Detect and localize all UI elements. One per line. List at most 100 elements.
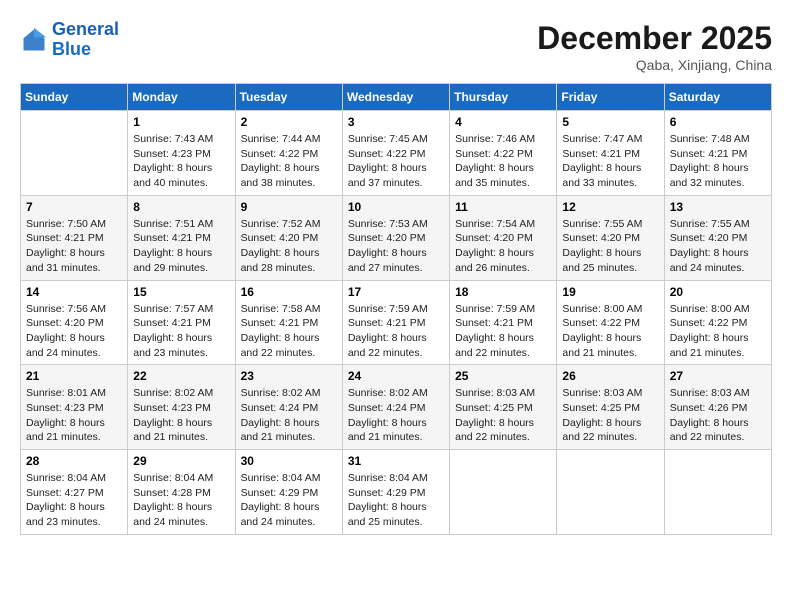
day-number: 23 bbox=[241, 369, 337, 383]
calendar-cell: 2Sunrise: 7:44 AMSunset: 4:22 PMDaylight… bbox=[235, 111, 342, 196]
day-header-tuesday: Tuesday bbox=[235, 84, 342, 111]
calendar-cell: 14Sunrise: 7:56 AMSunset: 4:20 PMDayligh… bbox=[21, 280, 128, 365]
day-number: 6 bbox=[670, 115, 766, 129]
calendar-week-5: 28 Sunrise: 8:04 AMSunset: 4:27 PMDayligh… bbox=[21, 450, 772, 535]
day-info: Sunrise: 7:48 AMSunset: 4:21 PMDaylight:… bbox=[670, 132, 766, 191]
day-info: Sunrise: 7:54 AMSunset: 4:20 PMDaylight:… bbox=[455, 217, 551, 276]
day-header-sunday: Sunday bbox=[21, 84, 128, 111]
day-info: Sunrise: 7:45 AMSunset: 4:22 PMDaylight:… bbox=[348, 132, 444, 191]
day-number: 28 bbox=[26, 454, 122, 468]
calendar-cell: 17 Sunrise: 7:59 AMSunset: 4:21 PMDayligh… bbox=[342, 280, 449, 365]
calendar-cell: 24 Sunrise: 8:02 AMSunset: 4:24 PMDayligh… bbox=[342, 365, 449, 450]
logo: General Blue bbox=[20, 20, 119, 60]
day-info: Sunrise: 7:55 AMSunset: 4:20 PMDaylight:… bbox=[670, 217, 766, 276]
calendar-cell: 16 Sunrise: 7:58 AMSunset: 4:21 PMDayligh… bbox=[235, 280, 342, 365]
day-number: 27 bbox=[670, 369, 766, 383]
day-number: 5 bbox=[562, 115, 658, 129]
calendar-cell: 29 Sunrise: 8:04 AMSunset: 4:28 PMDayligh… bbox=[128, 450, 235, 535]
day-number: 9 bbox=[241, 200, 337, 214]
month-title: December 2025 bbox=[537, 20, 772, 57]
day-info: Sunrise: 7:59 AMSunset: 4:21 PMDaylight:… bbox=[348, 302, 444, 361]
day-info: Sunrise: 7:43 AMSunset: 4:23 PMDaylight:… bbox=[133, 132, 229, 191]
day-info: Sunrise: 8:03 AMSunset: 4:25 PMDaylight:… bbox=[455, 386, 551, 445]
day-number: 15 bbox=[133, 285, 229, 299]
calendar-cell: 28 Sunrise: 8:04 AMSunset: 4:27 PMDayligh… bbox=[21, 450, 128, 535]
day-header-saturday: Saturday bbox=[664, 84, 771, 111]
day-number: 3 bbox=[348, 115, 444, 129]
calendar-cell bbox=[21, 111, 128, 196]
calendar-cell: 9 Sunrise: 7:52 AMSunset: 4:20 PMDaylight… bbox=[235, 195, 342, 280]
day-info: Sunrise: 7:52 AMSunset: 4:20 PMDaylight:… bbox=[241, 217, 337, 276]
day-number: 18 bbox=[455, 285, 551, 299]
calendar-cell: 23 Sunrise: 8:02 AMSunset: 4:24 PMDayligh… bbox=[235, 365, 342, 450]
calendar-week-2: 7 Sunrise: 7:50 AMSunset: 4:21 PMDaylight… bbox=[21, 195, 772, 280]
day-number: 4 bbox=[455, 115, 551, 129]
calendar-cell: 27 Sunrise: 8:03 AMSunset: 4:26 PMDayligh… bbox=[664, 365, 771, 450]
title-block: December 2025 Qaba, Xinjiang, China bbox=[537, 20, 772, 73]
day-info: Sunrise: 8:01 AMSunset: 4:23 PMDaylight:… bbox=[26, 386, 122, 445]
day-info: Sunrise: 7:50 AMSunset: 4:21 PMDaylight:… bbox=[26, 217, 122, 276]
calendar-cell: 8Sunrise: 7:51 AMSunset: 4:21 PMDaylight… bbox=[128, 195, 235, 280]
day-info: Sunrise: 8:03 AMSunset: 4:26 PMDaylight:… bbox=[670, 386, 766, 445]
day-number: 17 bbox=[348, 285, 444, 299]
day-info: Sunrise: 8:04 AMSunset: 4:29 PMDaylight:… bbox=[241, 471, 337, 530]
calendar-cell: 5 Sunrise: 7:47 AMSunset: 4:21 PMDaylight… bbox=[557, 111, 664, 196]
day-info: Sunrise: 7:46 AMSunset: 4:22 PMDaylight:… bbox=[455, 132, 551, 191]
day-info: Sunrise: 8:04 AMSunset: 4:27 PMDaylight:… bbox=[26, 471, 122, 530]
day-header-thursday: Thursday bbox=[450, 84, 557, 111]
calendar-cell: 21 Sunrise: 8:01 AMSunset: 4:23 PMDayligh… bbox=[21, 365, 128, 450]
day-number: 30 bbox=[241, 454, 337, 468]
day-header-monday: Monday bbox=[128, 84, 235, 111]
day-number: 7 bbox=[26, 200, 122, 214]
day-number: 1 bbox=[133, 115, 229, 129]
calendar-cell: 13 Sunrise: 7:55 AMSunset: 4:20 PMDayligh… bbox=[664, 195, 771, 280]
day-number: 20 bbox=[670, 285, 766, 299]
calendar-cell: 18 Sunrise: 7:59 AMSunset: 4:21 PMDayligh… bbox=[450, 280, 557, 365]
calendar-cell: 6 Sunrise: 7:48 AMSunset: 4:21 PMDaylight… bbox=[664, 111, 771, 196]
day-number: 10 bbox=[348, 200, 444, 214]
day-info: Sunrise: 8:02 AMSunset: 4:24 PMDaylight:… bbox=[241, 386, 337, 445]
day-number: 13 bbox=[670, 200, 766, 214]
day-info: Sunrise: 7:53 AMSunset: 4:20 PMDaylight:… bbox=[348, 217, 444, 276]
calendar-cell: 12Sunrise: 7:55 AMSunset: 4:20 PMDayligh… bbox=[557, 195, 664, 280]
logo-icon bbox=[20, 26, 48, 54]
calendar-cell: 15 Sunrise: 7:57 AMSunset: 4:21 PMDayligh… bbox=[128, 280, 235, 365]
calendar-cell bbox=[450, 450, 557, 535]
day-info: Sunrise: 8:00 AMSunset: 4:22 PMDaylight:… bbox=[562, 302, 658, 361]
day-number: 29 bbox=[133, 454, 229, 468]
day-number: 21 bbox=[26, 369, 122, 383]
day-info: Sunrise: 8:02 AMSunset: 4:23 PMDaylight:… bbox=[133, 386, 229, 445]
calendar-cell: 31Sunrise: 8:04 AMSunset: 4:29 PMDayligh… bbox=[342, 450, 449, 535]
day-info: Sunrise: 8:00 AMSunset: 4:22 PMDaylight:… bbox=[670, 302, 766, 361]
day-number: 16 bbox=[241, 285, 337, 299]
calendar-cell: 3 Sunrise: 7:45 AMSunset: 4:22 PMDaylight… bbox=[342, 111, 449, 196]
day-number: 22 bbox=[133, 369, 229, 383]
day-number: 31 bbox=[348, 454, 444, 468]
day-number: 26 bbox=[562, 369, 658, 383]
day-number: 8 bbox=[133, 200, 229, 214]
logo-text: General Blue bbox=[52, 20, 119, 60]
calendar-cell: 11 Sunrise: 7:54 AMSunset: 4:20 PMDayligh… bbox=[450, 195, 557, 280]
day-info: Sunrise: 8:04 AMSunset: 4:28 PMDaylight:… bbox=[133, 471, 229, 530]
day-number: 24 bbox=[348, 369, 444, 383]
day-info: Sunrise: 7:47 AMSunset: 4:21 PMDaylight:… bbox=[562, 132, 658, 191]
day-info: Sunrise: 7:56 AMSunset: 4:20 PMDaylight:… bbox=[26, 302, 122, 361]
calendar-week-3: 14Sunrise: 7:56 AMSunset: 4:20 PMDayligh… bbox=[21, 280, 772, 365]
day-number: 11 bbox=[455, 200, 551, 214]
day-info: Sunrise: 7:57 AMSunset: 4:21 PMDaylight:… bbox=[133, 302, 229, 361]
calendar-week-1: 1 Sunrise: 7:43 AMSunset: 4:23 PMDaylight… bbox=[21, 111, 772, 196]
day-number: 25 bbox=[455, 369, 551, 383]
calendar-cell: 30 Sunrise: 8:04 AMSunset: 4:29 PMDayligh… bbox=[235, 450, 342, 535]
day-info: Sunrise: 8:02 AMSunset: 4:24 PMDaylight:… bbox=[348, 386, 444, 445]
calendar-cell: 26 Sunrise: 8:03 AMSunset: 4:25 PMDayligh… bbox=[557, 365, 664, 450]
day-info: Sunrise: 7:58 AMSunset: 4:21 PMDaylight:… bbox=[241, 302, 337, 361]
calendar-cell: 20 Sunrise: 8:00 AMSunset: 4:22 PMDayligh… bbox=[664, 280, 771, 365]
day-info: Sunrise: 7:55 AMSunset: 4:20 PMDaylight:… bbox=[562, 217, 658, 276]
calendar-cell: 25 Sunrise: 8:03 AMSunset: 4:25 PMDayligh… bbox=[450, 365, 557, 450]
day-info: Sunrise: 7:59 AMSunset: 4:21 PMDaylight:… bbox=[455, 302, 551, 361]
page-header: General Blue December 2025 Qaba, Xinjian… bbox=[20, 20, 772, 73]
day-info: Sunrise: 8:03 AMSunset: 4:25 PMDaylight:… bbox=[562, 386, 658, 445]
calendar-cell: 10 Sunrise: 7:53 AMSunset: 4:20 PMDayligh… bbox=[342, 195, 449, 280]
calendar-header-row: SundayMondayTuesdayWednesdayThursdayFrid… bbox=[21, 84, 772, 111]
day-number: 19 bbox=[562, 285, 658, 299]
